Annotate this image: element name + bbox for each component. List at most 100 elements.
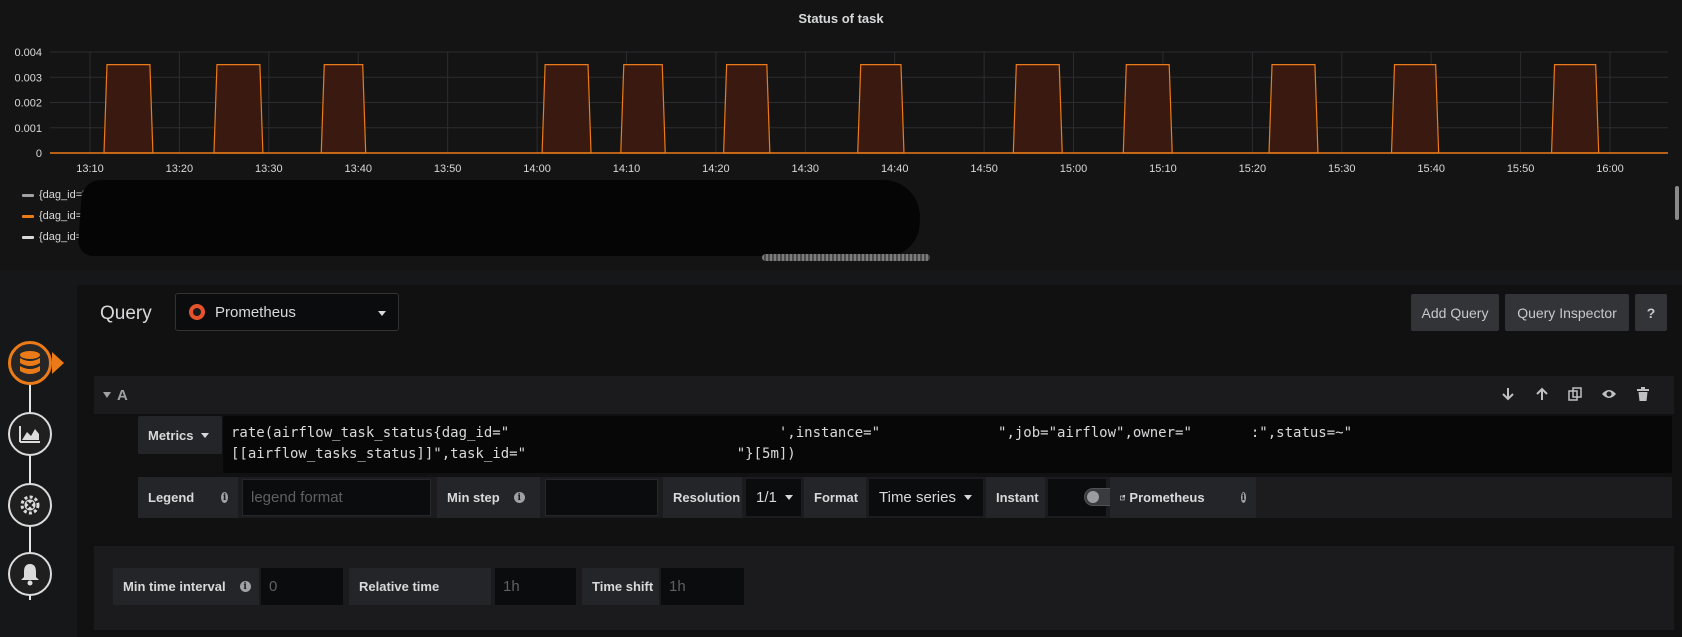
x-tick-label: 13:50 bbox=[434, 163, 462, 175]
add-query-button[interactable]: Add Query bbox=[1411, 294, 1499, 331]
series-pulse bbox=[541, 64, 592, 154]
collapse-caret-icon[interactable] bbox=[103, 392, 111, 398]
chevron-down-icon bbox=[200, 432, 209, 438]
promql-line-2: [[airflow_tasks_status]]",task_id=" "}[5… bbox=[231, 446, 796, 462]
format-select[interactable]: Time series bbox=[869, 479, 983, 516]
resolution-select[interactable]: 1/1 bbox=[746, 479, 801, 516]
series-pulse bbox=[1012, 64, 1063, 154]
x-tick-label: 13:20 bbox=[166, 163, 194, 175]
relative-time-label: Relative time bbox=[349, 568, 491, 605]
series-pulse bbox=[1550, 64, 1600, 154]
legend-item[interactable]: {dag_id='" bbox=[22, 209, 88, 223]
prometheus-icon bbox=[189, 304, 205, 320]
min-step-text: Min step bbox=[447, 490, 500, 505]
status-chart: 0 0.001 0.002 0.003 0.004 13:10 13:20 13:30 13:4… bbox=[14, 47, 1668, 175]
info-icon[interactable]: i bbox=[221, 492, 228, 503]
min-interval-label: Min time interval i bbox=[113, 568, 259, 605]
query-heading: Query bbox=[100, 303, 152, 324]
legend-item[interactable]: {dag_id=' bbox=[22, 230, 84, 244]
datasource-link[interactable]: Prometheus i bbox=[1110, 477, 1256, 518]
info-icon[interactable]: i bbox=[513, 492, 525, 503]
series-pulse bbox=[1268, 64, 1319, 154]
series-pulse bbox=[1390, 64, 1440, 154]
legend-swatch bbox=[22, 214, 34, 218]
min-step-input[interactable] bbox=[545, 479, 658, 516]
x-tick-label: 16:00 bbox=[1596, 163, 1624, 175]
resolution-value: 1/1 bbox=[756, 489, 777, 506]
info-icon[interactable]: i bbox=[1240, 492, 1246, 503]
x-tick-label: 13:40 bbox=[344, 163, 372, 175]
info-icon[interactable]: i bbox=[239, 581, 251, 592]
copy-icon[interactable] bbox=[1566, 385, 1584, 403]
series-pulse bbox=[620, 64, 666, 154]
arrow-down-icon[interactable] bbox=[1499, 385, 1517, 403]
graph-panel: Status of task 0 0.001 0.002 0.003 0.004 13:1… bbox=[0, 0, 1682, 270]
min-step-label: Min step i bbox=[437, 477, 540, 518]
trash-icon[interactable] bbox=[1634, 385, 1652, 403]
alert-tab[interactable] bbox=[8, 552, 52, 596]
general-tab[interactable] bbox=[8, 483, 52, 527]
legend-format-input[interactable]: legend format bbox=[242, 479, 431, 516]
y-tick-label: 0.001 bbox=[14, 123, 42, 135]
series-pulse bbox=[320, 64, 367, 154]
x-tick-label: 14:40 bbox=[881, 163, 909, 175]
series-pulse bbox=[103, 64, 154, 154]
chevron-down-icon bbox=[784, 495, 793, 500]
x-tick-label: 15:00 bbox=[1060, 163, 1088, 175]
datasource-select[interactable]: Prometheus bbox=[175, 293, 399, 331]
y-tick-label: 0.002 bbox=[14, 98, 42, 110]
legend-label: {dag_id=' bbox=[39, 189, 85, 201]
time-shift-input[interactable]: 1h bbox=[661, 568, 744, 605]
x-tick-label: 15:10 bbox=[1149, 163, 1177, 175]
format-value: Time series bbox=[879, 489, 956, 506]
series-pulse bbox=[1122, 64, 1173, 154]
query-inspector-button[interactable]: Query Inspector bbox=[1505, 294, 1629, 331]
legend-swatch bbox=[22, 193, 34, 197]
metrics-label: Metrics bbox=[148, 427, 194, 443]
promql-query-input[interactable]: rate(airflow_task_status{dag_id=" ',inst… bbox=[223, 416, 1672, 473]
instant-label: Instant bbox=[986, 477, 1045, 518]
redaction-mark bbox=[92, 232, 552, 254]
gear-icon bbox=[20, 495, 40, 515]
queries-tab[interactable] bbox=[8, 341, 52, 385]
query-ref-id: A bbox=[117, 387, 128, 404]
time-shift-label: Time shift bbox=[582, 568, 659, 605]
x-tick-label: 15:50 bbox=[1507, 163, 1535, 175]
active-tab-pointer bbox=[52, 352, 64, 374]
min-interval-input[interactable]: 0 bbox=[261, 568, 343, 605]
datasource-link-text: Prometheus bbox=[1129, 490, 1205, 505]
legend-option-label: Legend i bbox=[138, 477, 238, 518]
series-pulse bbox=[722, 64, 771, 154]
resolution-label: Resolution bbox=[663, 477, 742, 518]
chart-icon bbox=[19, 426, 40, 443]
help-button[interactable]: ? bbox=[1635, 294, 1667, 331]
relative-time-input[interactable]: 1h bbox=[495, 568, 576, 605]
x-tick-label: 14:10 bbox=[613, 163, 641, 175]
x-tick-label: 14:30 bbox=[792, 163, 820, 175]
arrow-up-icon[interactable] bbox=[1533, 385, 1551, 403]
database-icon bbox=[20, 351, 40, 374]
x-tick-label: 14:20 bbox=[702, 163, 730, 175]
query-row-header[interactable] bbox=[94, 376, 1674, 414]
promql-line-1: rate(airflow_task_status{dag_id=" ',inst… bbox=[231, 425, 1353, 441]
x-tick-label: 13:30 bbox=[255, 163, 283, 175]
metrics-menu[interactable]: Metrics bbox=[138, 416, 222, 454]
series-pulse bbox=[857, 64, 905, 154]
min-interval-text: Min time interval bbox=[123, 579, 226, 594]
format-label: Format bbox=[804, 477, 866, 518]
legend-swatch bbox=[22, 235, 34, 239]
series-pulse bbox=[213, 64, 264, 154]
toggle-knob bbox=[1087, 491, 1099, 503]
eye-icon[interactable] bbox=[1600, 385, 1618, 403]
visualization-tab[interactable] bbox=[8, 412, 52, 456]
bell-icon bbox=[21, 564, 39, 586]
legend-option-text: Legend bbox=[148, 490, 195, 505]
chevron-down-icon bbox=[378, 311, 386, 316]
y-tick-label: 0.003 bbox=[14, 72, 42, 84]
x-tick-label: 15:20 bbox=[1239, 163, 1267, 175]
legend-item[interactable]: {dag_id=' bbox=[22, 188, 84, 202]
chevron-down-icon bbox=[963, 495, 972, 500]
page-scrollbar[interactable] bbox=[1675, 186, 1679, 220]
x-tick-label: 15:40 bbox=[1417, 163, 1445, 175]
legend-scrollbar[interactable] bbox=[762, 254, 930, 261]
